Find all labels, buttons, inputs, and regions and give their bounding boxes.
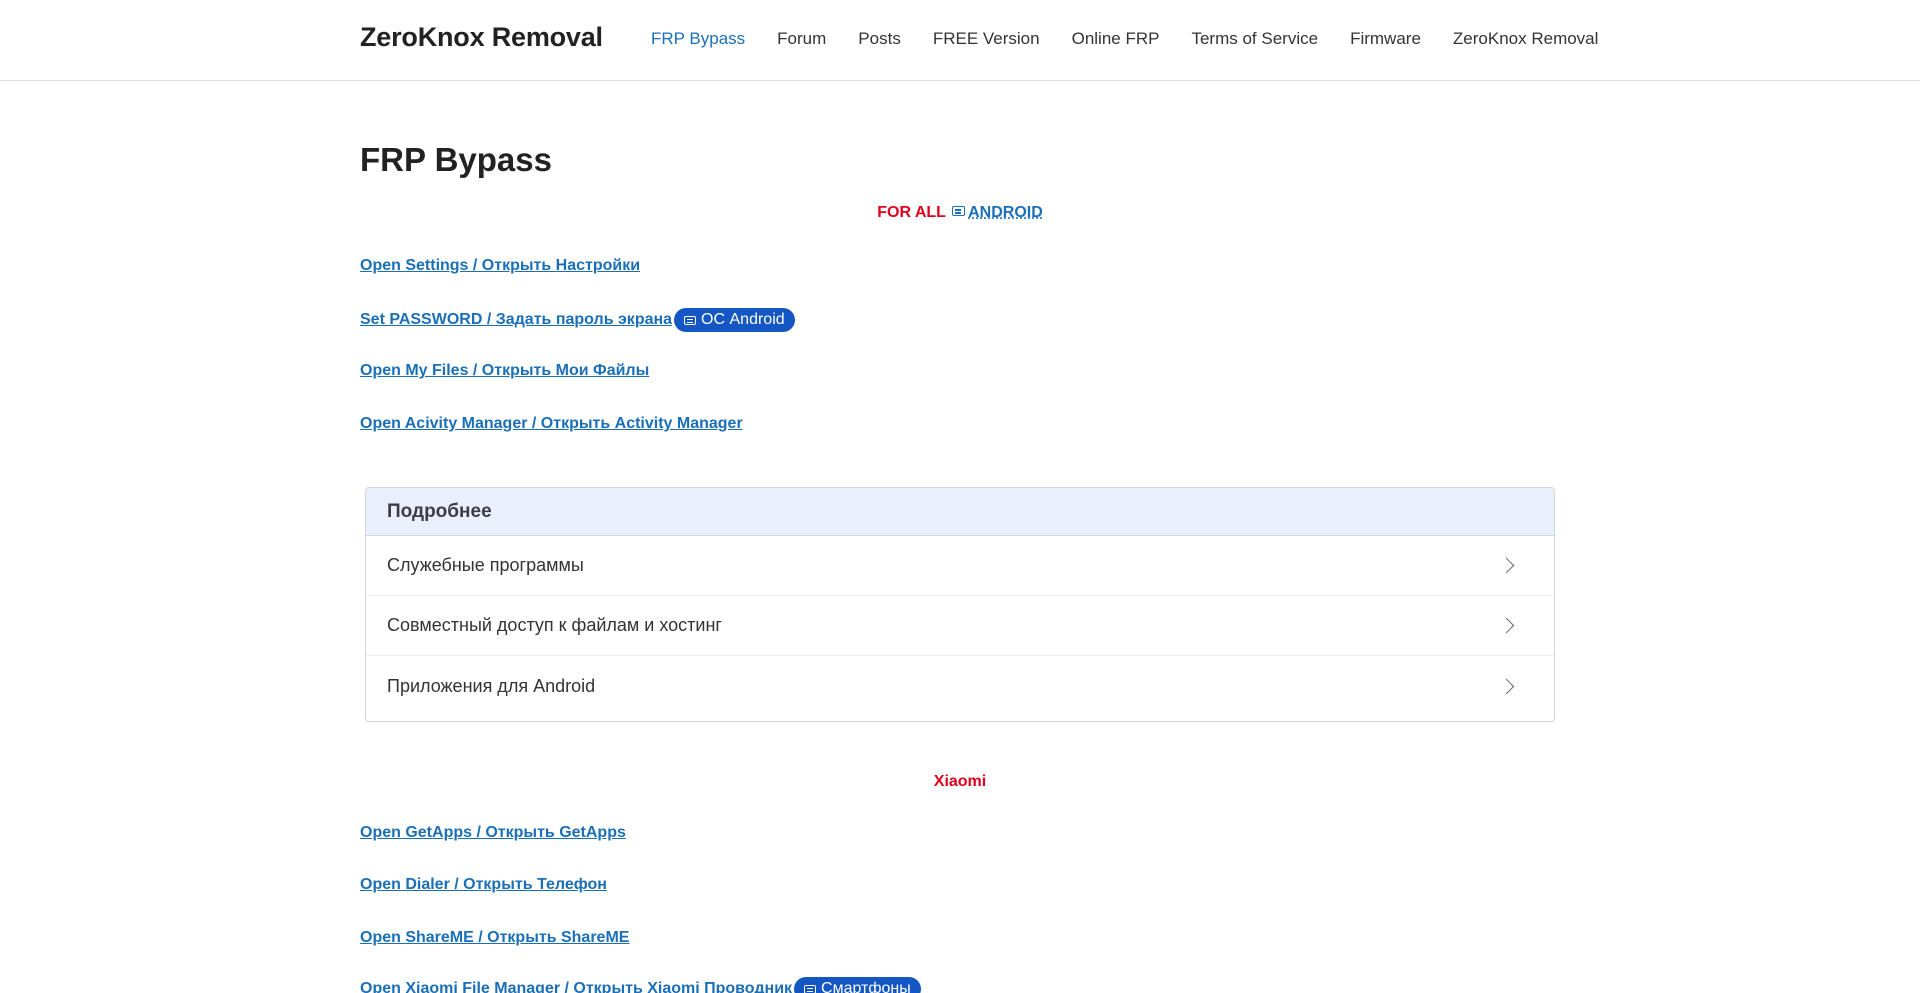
open-shareme-link[interactable]: Open ShareME / Открыть ShareME: [360, 929, 629, 947]
badge-label: Смартфоны: [821, 980, 911, 993]
details-item-label: Приложения для Android: [387, 675, 596, 696]
chevron-right-icon: [1498, 557, 1515, 574]
smartphones-badge[interactable]: Смартфоны: [794, 977, 921, 993]
list-item: Open Settings / Открыть Настройки: [360, 257, 640, 275]
details-item-label: Служебные программы: [387, 555, 584, 575]
list-item: Open My Files / Открыть Мои Файлы: [360, 362, 649, 380]
details-accordion: Подробнее Служебные программы Совместный…: [365, 487, 1555, 722]
page-title: FRP Bypass: [360, 141, 552, 178]
list-item: Open GetApps / Открыть GetApps: [360, 824, 626, 842]
details-item-android-apps[interactable]: Приложения для Android: [366, 656, 1554, 721]
open-activity-manager-link[interactable]: Open Acivity Manager / Открыть Activity …: [360, 415, 743, 433]
open-my-files-link[interactable]: Open My Files / Открыть Мои Файлы: [360, 362, 649, 380]
list-item: Set PASSWORD / Задать пароль экрана ОС A…: [360, 308, 795, 332]
list-item: Open ShareME / Открыть ShareME: [360, 929, 629, 947]
app-window-icon: [952, 206, 966, 216]
nav-forum[interactable]: Forum: [777, 29, 826, 49]
nav-frp-bypass[interactable]: FRP Bypass: [651, 29, 745, 49]
list-item: Open Acivity Manager / Открыть Activity …: [360, 415, 743, 433]
app-window-icon: [804, 984, 817, 993]
chevron-right-icon: [1498, 678, 1515, 694]
nav-online-frp[interactable]: Online FRP: [1072, 29, 1160, 49]
nav-firmware[interactable]: Firmware: [1350, 29, 1421, 49]
badge-label: ОС Android: [701, 311, 785, 328]
open-settings-link[interactable]: Open Settings / Открыть Настройки: [360, 257, 640, 275]
open-dialer-link[interactable]: Open Dialer / Открыть Телефон: [360, 876, 607, 894]
set-password-link[interactable]: Set PASSWORD / Задать пароль экрана: [360, 311, 672, 329]
app-window-icon: [684, 315, 697, 325]
nav-terms-of-service[interactable]: Terms of Service: [1191, 29, 1318, 49]
os-android-badge[interactable]: ОС Android: [674, 308, 795, 332]
details-item-label: Совместный доступ к файлам и хостинг: [387, 615, 722, 635]
details-item-utilities[interactable]: Служебные программы: [366, 536, 1554, 596]
section-heading-all-android: FOR ALL ANDROID: [360, 204, 1560, 222]
section-prefix: FOR ALL: [877, 204, 946, 221]
site-header: ZeroKnox Removal FRP Bypass Forum Posts …: [0, 0, 1920, 81]
details-accordion-header: Подробнее: [366, 488, 1554, 536]
chevron-right-icon: [1498, 617, 1515, 634]
details-item-file-sharing[interactable]: Совместный доступ к файлам и хостинг: [366, 596, 1554, 656]
site-brand-link[interactable]: ZeroKnox Removal: [360, 22, 603, 53]
section-heading-xiaomi: Xiaomi: [933, 773, 987, 790]
android-link[interactable]: ANDROID: [968, 204, 1043, 221]
nav-zeroknox-removal[interactable]: ZeroKnox Removal: [1453, 29, 1599, 49]
main-nav: FRP Bypass Forum Posts FREE Version Onli…: [651, 29, 1598, 49]
list-item: Open Xiaomi File Manager / Открыть Xiaom…: [360, 977, 921, 993]
open-xiaomi-file-manager-link[interactable]: Open Xiaomi File Manager / Открыть Xiaom…: [360, 980, 792, 993]
nav-posts[interactable]: Posts: [858, 29, 901, 49]
list-item: Open Dialer / Открыть Телефон: [360, 876, 607, 894]
nav-free-version[interactable]: FREE Version: [933, 29, 1040, 49]
open-getapps-link[interactable]: Open GetApps / Открыть GetApps: [360, 824, 626, 842]
